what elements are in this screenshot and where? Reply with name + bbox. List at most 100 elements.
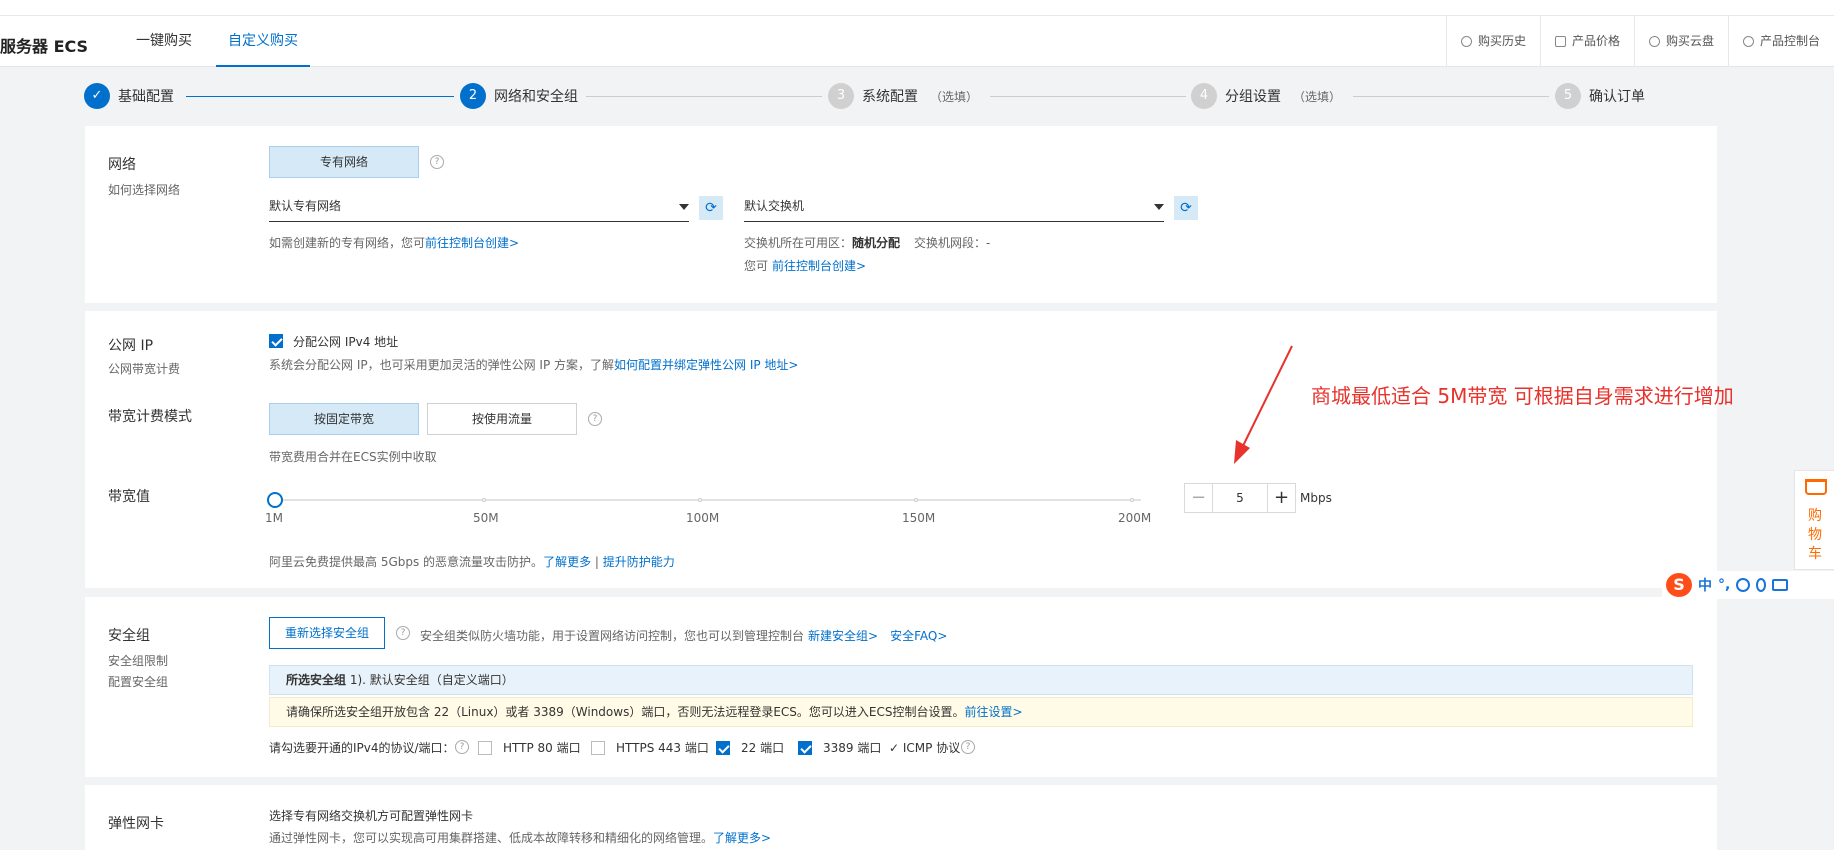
- sg-desc: 安全组类似防火墙功能，用于设置网络访问控制，您也可以到管理控制台 新建安全组> 安全…: [420, 629, 948, 643]
- sg-limit-link[interactable]: 安全组限制: [108, 652, 168, 669]
- tab-custom-buy[interactable]: 自定义购买: [216, 16, 310, 67]
- header-links: 购买历史 产品价格 购买云盘 产品控制台: [1445, 16, 1834, 67]
- assign-ipv4-checkbox[interactable]: [269, 334, 283, 348]
- ddos-info: 阿里云免费提供最高 5Gbps 的恶意流量攻击防护。了解更多 | 提升防护能力: [269, 555, 675, 569]
- plus-button[interactable]: +: [1267, 484, 1295, 512]
- page-title: 服务器 ECS: [0, 37, 89, 56]
- eni-line1: 选择专有网络交换机方可配置弹性网卡: [269, 809, 474, 823]
- eni-label: 弹性网卡: [108, 816, 164, 832]
- sg-faq-link[interactable]: 安全FAQ>: [890, 629, 947, 643]
- cart-icon: [1805, 479, 1827, 495]
- slider-tick-label: 1M: [265, 511, 283, 525]
- clock-icon: [1460, 36, 1472, 47]
- bandwidth-slider[interactable]: [275, 499, 1141, 501]
- step-connector: [586, 96, 822, 97]
- network-label: 网络: [108, 157, 136, 173]
- slider-handle[interactable]: [267, 492, 283, 508]
- eni-panel: 弹性网卡 选择专有网络交换机方可配置弹性网卡 通过弹性网卡，您可以实现高可用集群…: [85, 785, 1717, 850]
- ddos-upgrade-link[interactable]: 提升防护能力: [603, 555, 675, 569]
- slider-tick: [698, 498, 702, 502]
- vswitch-create-link[interactable]: 前往控制台创建>: [772, 259, 866, 273]
- chevron-down-icon: [1154, 204, 1164, 210]
- bandwidth-input[interactable]: 5: [1213, 484, 1267, 512]
- check-icon: ✓: [84, 83, 110, 109]
- eip-link[interactable]: 如何配置并绑定弹性公网 IP 地址>: [614, 358, 798, 372]
- sg-config-link[interactable]: 配置安全组: [108, 673, 168, 690]
- fixed-bandwidth-button[interactable]: 按固定带宽: [269, 403, 419, 435]
- slider-tick: [1130, 498, 1134, 502]
- port22-label: 22 端口: [741, 741, 785, 755]
- https443-label: HTTPS 443 端口: [616, 741, 709, 755]
- vpc-create-link[interactable]: 前往控制台创建>: [425, 236, 519, 250]
- ime-toolbar: S 中 °,: [1662, 571, 1834, 599]
- cloud-icon: [1648, 36, 1660, 47]
- step-confirm-order[interactable]: 5 确认订单: [1555, 83, 1645, 109]
- eni-learn-more-link[interactable]: 了解更多>: [713, 831, 771, 845]
- gear-icon: [1742, 36, 1754, 47]
- ddos-learn-more-link[interactable]: 了解更多: [543, 555, 591, 569]
- slider-tick-label: 200M: [1118, 511, 1152, 525]
- shopping-cart-tab[interactable]: 购物车: [1794, 470, 1834, 570]
- eni-line2: 通过弹性网卡，您可以实现高可用集群搭建、低成本故障转移和精细化的网络管理。了解更…: [269, 831, 772, 845]
- https443-checkbox[interactable]: [591, 741, 605, 755]
- help-icon[interactable]: ?: [430, 155, 444, 169]
- sogou-logo-icon[interactable]: S: [1666, 573, 1692, 597]
- port22-checkbox[interactable]: [716, 741, 730, 755]
- step-system-config[interactable]: 3 系统配置 （选填）: [828, 83, 978, 109]
- minus-button[interactable]: −: [1185, 484, 1213, 512]
- vpc-hint: 如需创建新的专有网络，您可前往控制台创建>: [269, 236, 520, 250]
- page-header: 服务器 ECS 一键购买 自定义购买 购买历史 产品价格 购买云盘 产品控制台: [0, 16, 1834, 67]
- bandwidth-label: 带宽值: [108, 489, 150, 505]
- link-product-console[interactable]: 产品控制台: [1727, 16, 1834, 67]
- step-basic-config[interactable]: ✓ 基础配置: [84, 83, 174, 109]
- selected-sg-bar: 所选安全组 1). 默认安全组（自定义端口）: [269, 665, 1693, 695]
- vswitch-select[interactable]: 默认交换机: [744, 192, 1164, 222]
- help-icon[interactable]: ?: [455, 740, 469, 754]
- security-group-label: 安全组: [108, 628, 150, 644]
- annotation-arrow-icon: [1234, 345, 1293, 464]
- help-icon[interactable]: ?: [588, 412, 602, 426]
- icmp-label[interactable]: ✓ ICMP 协议: [889, 739, 960, 756]
- public-ip-sub[interactable]: 公网带宽计费: [108, 360, 180, 377]
- microphone-icon[interactable]: [1756, 578, 1767, 592]
- network-help-link[interactable]: 如何选择网络: [108, 181, 180, 198]
- emoji-icon[interactable]: [1736, 578, 1751, 592]
- security-group-panel: 安全组 安全组限制 配置安全组 重新选择安全组 ? 安全组类似防火墙功能，用于设…: [85, 597, 1717, 777]
- go-settings-link[interactable]: 前往设置>: [965, 705, 1023, 719]
- http80-label: HTTP 80 端口: [503, 741, 581, 755]
- ime-chinese-mode[interactable]: 中: [1698, 575, 1712, 595]
- step-group-settings[interactable]: 4 分组设置 （选填）: [1191, 83, 1341, 109]
- port3389-checkbox[interactable]: [798, 741, 812, 755]
- refresh-icon[interactable]: ⟳: [699, 196, 723, 220]
- public-ip-label: 公网 IP: [108, 338, 154, 354]
- vswitch-zone-info: 交换机所在可用区：随机分配 交换机网段：-: [744, 236, 991, 250]
- link-product-price[interactable]: 产品价格: [1539, 16, 1634, 67]
- new-sg-link[interactable]: 新建安全组>: [808, 629, 878, 643]
- ime-punctuation[interactable]: °,: [1718, 577, 1730, 593]
- keyboard-icon[interactable]: [1772, 579, 1789, 591]
- step-connector: [1353, 96, 1549, 97]
- http80-checkbox[interactable]: [478, 741, 492, 755]
- billing-note: 带宽费用合并在ECS实例中收取: [269, 450, 437, 464]
- network-panel: 网络 如何选择网络 专有网络 ? 默认专有网络 ⟳ 如需创建新的专有网络，您可前…: [85, 126, 1717, 303]
- tab-quick-buy[interactable]: 一键购买: [124, 16, 204, 67]
- vpc-select[interactable]: 默认专有网络: [269, 192, 689, 222]
- help-icon[interactable]: ?: [396, 626, 410, 640]
- annotation-text: 商城最低适合 5M带宽 可根据自身需求进行增加: [1311, 384, 1734, 408]
- slider-tick: [482, 498, 486, 502]
- cart-label: 购物车: [1808, 508, 1822, 562]
- slider-tick-label: 150M: [902, 511, 936, 525]
- link-buy-disk[interactable]: 购买云盘: [1633, 16, 1728, 67]
- refresh-icon[interactable]: ⟳: [1174, 196, 1198, 220]
- public-ip-panel: 公网 IP 公网带宽计费 分配公网 IPv4 地址 系统会分配公网 IP，也可采…: [85, 311, 1717, 588]
- port3389-label: 3389 端口: [823, 741, 882, 755]
- step-network-security[interactable]: 2 网络和安全组: [460, 83, 578, 109]
- link-purchase-history[interactable]: 购买历史: [1445, 16, 1540, 67]
- reselect-security-group-button[interactable]: 重新选择安全组: [269, 617, 385, 649]
- help-icon[interactable]: ?: [961, 740, 975, 754]
- vpc-type-button[interactable]: 专有网络: [269, 146, 419, 178]
- document-icon: [1554, 36, 1566, 47]
- step-connector: [186, 96, 454, 97]
- vswitch-hint: 您可 前往控制台创建>: [744, 259, 867, 273]
- traffic-billing-button[interactable]: 按使用流量: [427, 403, 577, 435]
